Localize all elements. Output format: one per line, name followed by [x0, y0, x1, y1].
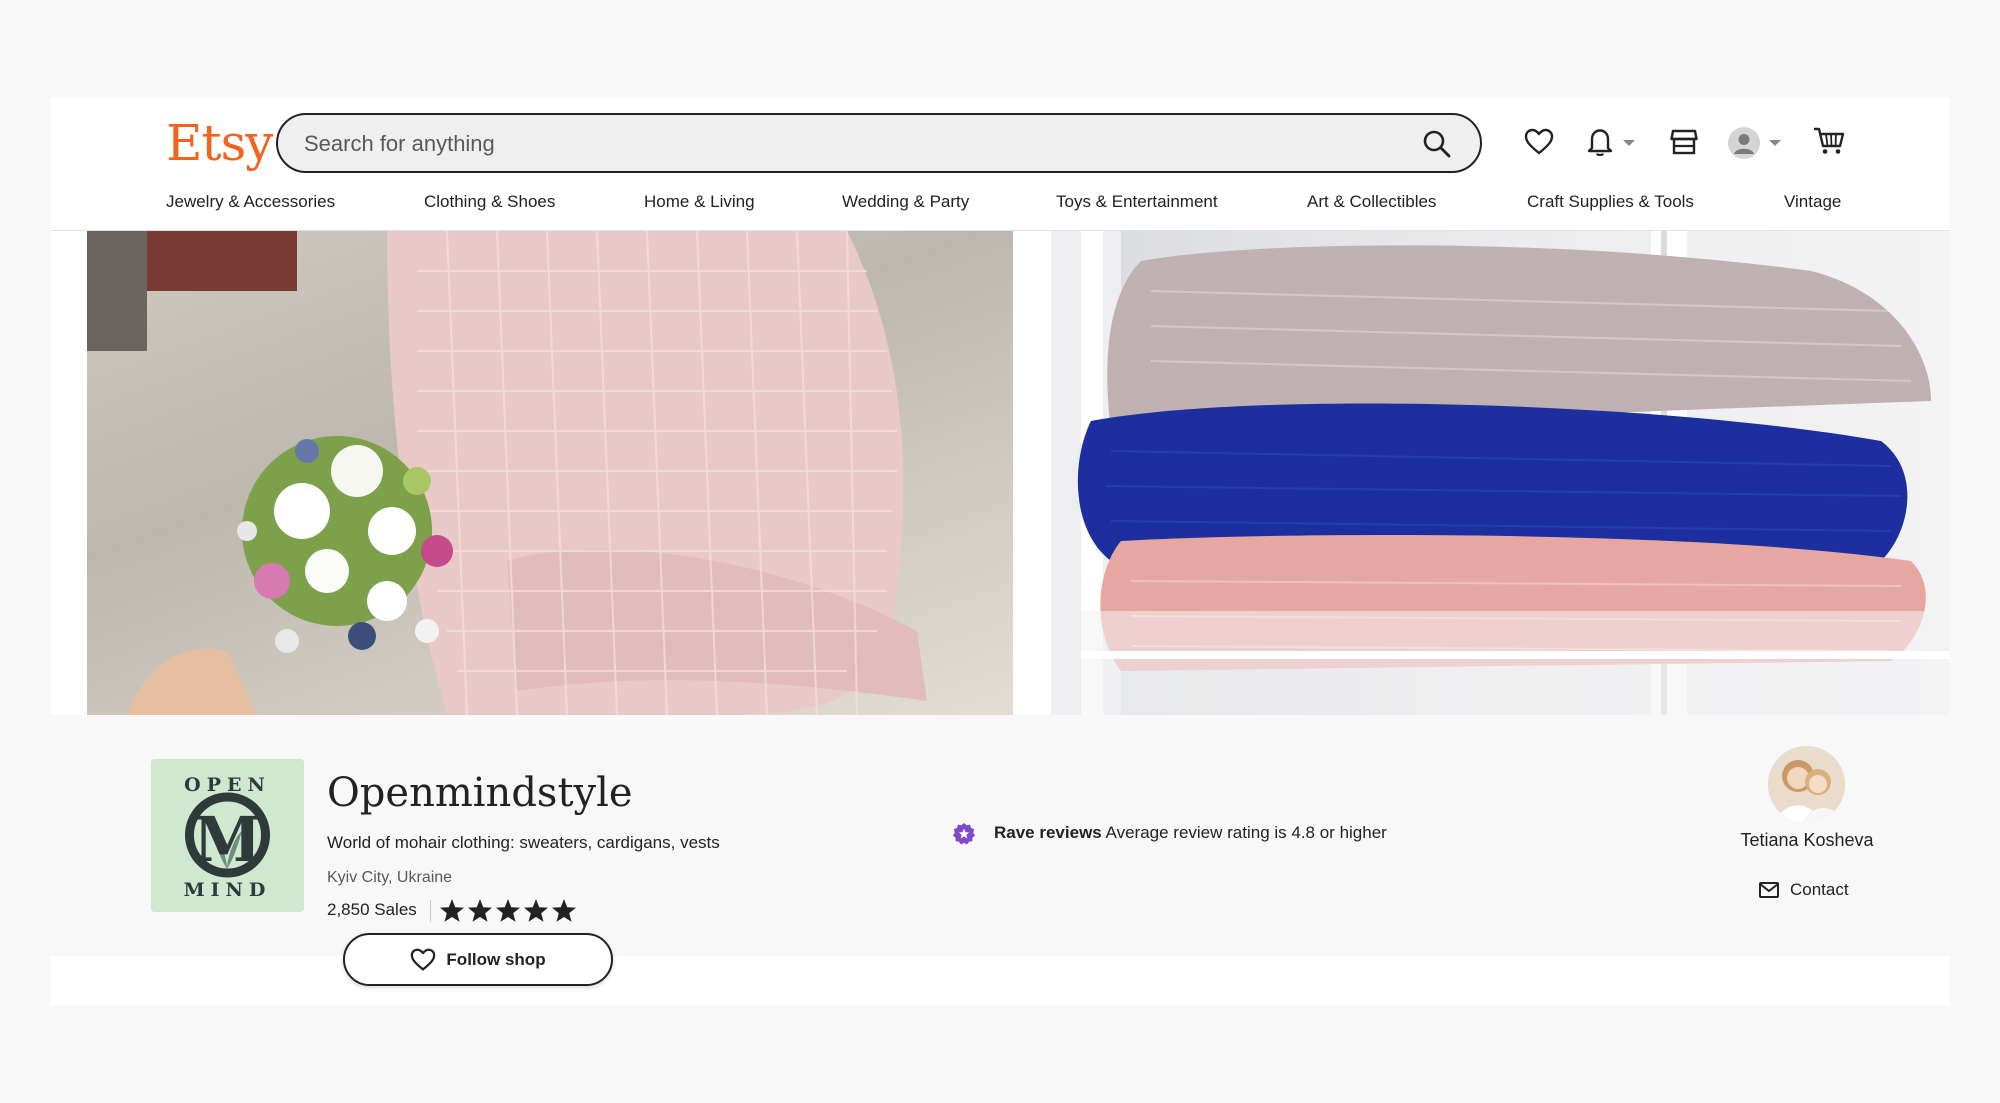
search-bar[interactable]: [276, 113, 1482, 173]
nav-jewelry-accessories[interactable]: Jewelry & Accessories: [166, 192, 335, 212]
cart-icon[interactable]: [1813, 126, 1845, 156]
nav-wedding-party[interactable]: Wedding & Party: [842, 192, 969, 212]
rating-stars[interactable]: [438, 897, 583, 925]
contact-label: Contact: [1790, 880, 1849, 899]
shop-name: Openmindstyle: [327, 770, 633, 816]
star-icon: [440, 899, 576, 922]
category-nav: Jewelry & Accessories Clothing & Shoes H…: [166, 192, 1846, 222]
svg-text:MIND: MIND: [184, 879, 272, 901]
heart-icon: [411, 948, 436, 971]
banner-image-folded-sweaters: [1051, 231, 1949, 715]
rave-reviews-text: Average review rating is 4.8 or higher: [1105, 823, 1387, 842]
shop-location: Kyiv City, Ukraine: [327, 869, 453, 886]
nav-home-living[interactable]: Home & Living: [644, 192, 755, 212]
bell-icon[interactable]: [1586, 127, 1614, 157]
nav-toys-entertainment[interactable]: Toys & Entertainment: [1056, 192, 1218, 212]
chevron-down-icon[interactable]: [1768, 138, 1782, 148]
rave-reviews-title: Rave reviews: [994, 823, 1102, 842]
svg-text:M: M: [193, 803, 262, 876]
nav-vintage[interactable]: Vintage: [1784, 192, 1841, 212]
follow-shop-label: Follow shop: [446, 949, 546, 969]
nav-clothing-shoes[interactable]: Clothing & Shoes: [424, 192, 555, 212]
banner-image-sweater-bouquet: [87, 231, 1013, 715]
rave-reviews-badge-icon: [953, 823, 975, 845]
nav-craft-supplies-tools[interactable]: Craft Supplies & Tools: [1527, 192, 1694, 212]
sales-divider: [430, 900, 431, 922]
open-mind-logo-icon: OPEN M MIND: [151, 759, 304, 912]
rave-reviews: Rave reviews Average review rating is 4.…: [994, 823, 1387, 843]
owner-name[interactable]: Tetiana Kosheva: [1738, 830, 1876, 851]
envelope-icon: [1759, 882, 1779, 898]
nav-art-collectibles[interactable]: Art & Collectibles: [1307, 192, 1436, 212]
shop-tagline: World of mohair clothing: sweaters, card…: [327, 833, 720, 852]
shop-manager-icon[interactable]: [1670, 127, 1698, 157]
shop-sales-count[interactable]: 2,850 Sales: [327, 900, 417, 920]
contact-button[interactable]: Contact: [1758, 878, 1849, 902]
heart-icon[interactable]: [1524, 128, 1554, 156]
chevron-down-icon[interactable]: [1622, 138, 1636, 148]
owner-avatar[interactable]: [1768, 746, 1845, 823]
etsy-logo[interactable]: Etsy: [166, 114, 273, 172]
follow-shop-button[interactable]: Follow shop: [343, 933, 613, 986]
search-icon[interactable]: [1422, 129, 1452, 159]
owner-photo-icon: [1768, 746, 1845, 823]
search-input[interactable]: [302, 115, 1386, 173]
shop-logo[interactable]: OPEN M MIND: [151, 759, 304, 912]
account-icon[interactable]: [1728, 127, 1760, 159]
